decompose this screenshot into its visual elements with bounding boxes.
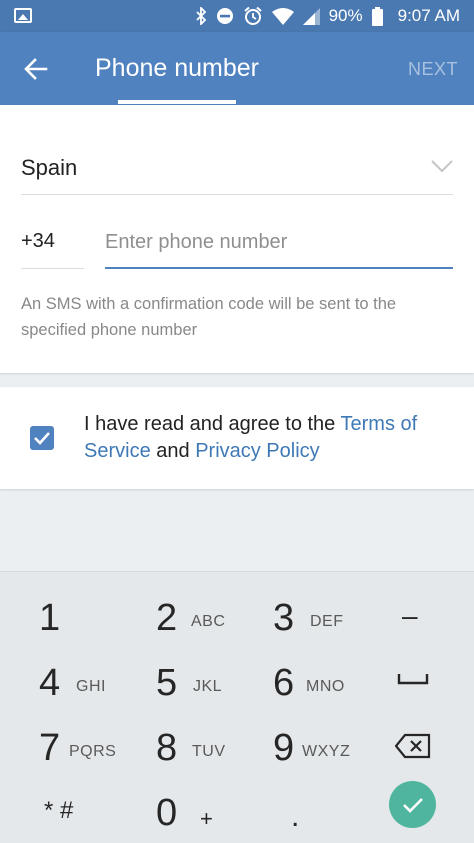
terms-section: I have read and agree to the Terms of Se… bbox=[0, 387, 474, 489]
app-bar: Phone number NEXT bbox=[0, 32, 474, 105]
key-digit: 6 bbox=[273, 662, 295, 704]
key-6[interactable]: 6 MNO bbox=[273, 662, 363, 722]
key-1[interactable]: 1 bbox=[39, 597, 99, 657]
alarm-icon bbox=[243, 6, 262, 25]
battery-icon bbox=[371, 6, 383, 26]
key-7[interactable]: 7 PQRS bbox=[39, 727, 129, 787]
check-icon bbox=[34, 432, 50, 445]
key-dot[interactable]: . bbox=[291, 800, 299, 834]
key-letters: PQRS bbox=[69, 743, 117, 760]
bluetooth-icon bbox=[195, 7, 206, 25]
terms-checkbox[interactable] bbox=[30, 426, 54, 450]
key-2[interactable]: 2 ABC bbox=[156, 597, 246, 657]
arrow-left-icon bbox=[24, 58, 48, 80]
space-icon bbox=[397, 674, 429, 685]
sms-hint: An SMS with a confirmation code will be … bbox=[21, 295, 397, 339]
phone-number-input[interactable] bbox=[105, 215, 453, 269]
key-digit: 5 bbox=[156, 662, 178, 704]
key-0[interactable]: 0 + bbox=[156, 792, 246, 843]
key-letters: + bbox=[200, 806, 214, 831]
image-icon bbox=[14, 8, 32, 23]
key-dash[interactable]: – bbox=[402, 600, 418, 632]
clock: 9:07 AM bbox=[397, 6, 460, 25]
back-button[interactable] bbox=[16, 50, 56, 88]
next-button[interactable]: NEXT bbox=[408, 59, 458, 80]
country-selector[interactable]: Spain bbox=[21, 139, 453, 195]
key-letters: DEF bbox=[310, 613, 344, 630]
status-bar: 90% 9:07 AM bbox=[0, 0, 474, 32]
phone-form: Spain +34 An SMS with a confirmation cod… bbox=[0, 105, 474, 373]
backspace-icon bbox=[394, 733, 431, 759]
page-title: Phone number bbox=[95, 54, 260, 82]
key-3[interactable]: 3 DEF bbox=[273, 597, 363, 657]
key-star-hash[interactable]: * # bbox=[44, 797, 73, 825]
terms-text-middle: and bbox=[150, 440, 196, 462]
key-digit: 9 bbox=[273, 727, 295, 769]
terms-text-before: I have read and agree to the bbox=[84, 413, 341, 435]
key-letters: MNO bbox=[306, 678, 345, 695]
key-8[interactable]: 8 TUV bbox=[156, 727, 246, 787]
key-letters: TUV bbox=[192, 743, 226, 760]
key-9[interactable]: 9 WXYZ bbox=[273, 727, 373, 787]
space-key[interactable] bbox=[397, 672, 429, 691]
key-digit: 4 bbox=[39, 662, 61, 704]
done-check-icon bbox=[402, 797, 423, 813]
privacy-policy-link[interactable]: Privacy Policy bbox=[195, 440, 319, 462]
key-digit: 0 bbox=[156, 792, 178, 834]
key-digit: 3 bbox=[273, 597, 295, 639]
battery-percent: 90% bbox=[328, 6, 363, 25]
key-letters: JKL bbox=[193, 678, 223, 695]
signal-icon bbox=[302, 7, 320, 25]
terms-text: I have read and agree to the Terms of Se… bbox=[84, 411, 454, 465]
key-letters: ABC bbox=[191, 613, 226, 630]
key-digit: 7 bbox=[39, 727, 61, 769]
title-underline bbox=[118, 100, 236, 104]
key-digit: 1 bbox=[39, 597, 61, 639]
key-digit: 8 bbox=[156, 727, 178, 769]
backspace-key[interactable] bbox=[394, 733, 431, 764]
numeric-keypad: 1 2 ABC 3 DEF – 4 GHI 5 JKL 6 MNO 7 PQRS… bbox=[0, 571, 474, 843]
wifi-icon bbox=[271, 7, 294, 25]
country-code-field[interactable]: +34 bbox=[21, 215, 84, 269]
country-name: Spain bbox=[21, 155, 78, 180]
key-5[interactable]: 5 JKL bbox=[156, 662, 246, 722]
key-letters: GHI bbox=[76, 678, 106, 695]
done-button[interactable] bbox=[389, 781, 436, 828]
key-digit: 2 bbox=[156, 597, 178, 639]
chevron-down-icon bbox=[431, 160, 453, 173]
key-letters: WXYZ bbox=[302, 743, 351, 760]
do-not-disturb-icon bbox=[216, 8, 233, 24]
key-4[interactable]: 4 GHI bbox=[39, 662, 129, 722]
